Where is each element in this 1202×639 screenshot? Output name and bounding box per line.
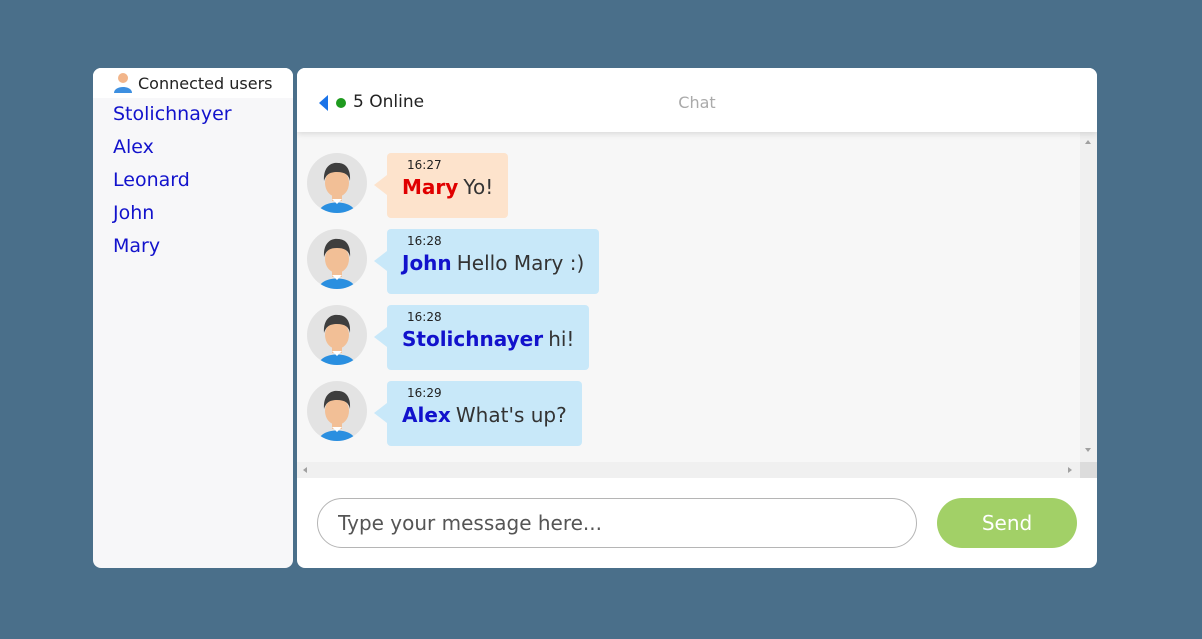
- scrollbar-corner: [1080, 462, 1097, 478]
- message-time: 16:28: [407, 234, 442, 248]
- user-list-item-john[interactable]: John: [93, 197, 293, 230]
- sidebar-title: Connected users: [138, 73, 273, 93]
- avatar-icon: [307, 305, 367, 365]
- message-time: 16:29: [407, 386, 442, 400]
- message-bubble: 16:29 Alex What's up?: [374, 381, 582, 446]
- message-author: John: [402, 251, 452, 275]
- message-author: Alex: [402, 403, 451, 427]
- user-list: Stolichnayer Alex Leonard John Mary: [93, 98, 293, 263]
- user-list-item-leonard[interactable]: Leonard: [93, 164, 293, 197]
- message-text: hi!: [548, 327, 575, 351]
- avatar-icon: [307, 229, 367, 289]
- message-bubble: 16:28 Stolichnayer hi!: [373, 305, 590, 370]
- user-list-item-alex[interactable]: Alex: [93, 131, 293, 164]
- chat-header: 5 Online Chat: [297, 68, 1097, 132]
- scroll-right-arrow-icon[interactable]: [1068, 467, 1072, 473]
- message-text: What's up?: [455, 403, 567, 427]
- message-text: Yo!: [463, 175, 494, 199]
- horizontal-scrollbar[interactable]: [297, 462, 1080, 478]
- connected-users-sidebar: Connected users Stolichnayer Alex Leonar…: [93, 68, 293, 568]
- message-time: 16:27: [407, 158, 442, 172]
- user-list-item-stolichnayer[interactable]: Stolichnayer: [93, 98, 293, 131]
- user-list-item-mary[interactable]: Mary: [93, 230, 293, 263]
- message-list: 16:27 Mary Yo! 16:28 John Hello Mary:) …: [297, 132, 1080, 462]
- chat-panel: 5 Online Chat 16:27 Mary Yo! 16:28 John …: [297, 68, 1097, 568]
- avatar-icon: [307, 381, 367, 441]
- scroll-up-arrow-icon[interactable]: [1085, 140, 1091, 144]
- message-time: 16:28: [407, 310, 442, 324]
- vertical-scrollbar[interactable]: [1080, 132, 1097, 462]
- scroll-left-arrow-icon[interactable]: [303, 467, 307, 473]
- sidebar-header: Connected users: [93, 68, 293, 98]
- chat-title: Chat: [678, 93, 716, 112]
- avatar-icon: [307, 153, 367, 213]
- scroll-down-arrow-icon[interactable]: [1085, 448, 1091, 452]
- user-icon: [113, 72, 133, 94]
- message-bubble: 16:27 Mary Yo!: [373, 153, 509, 218]
- send-button[interactable]: Send: [937, 498, 1077, 548]
- message-author: Mary: [402, 175, 459, 199]
- message-bubble: 16:28 John Hello Mary :): [373, 229, 600, 294]
- message-text: Hello Mary :): [456, 251, 585, 275]
- message-author: Stolichnayer: [402, 327, 544, 351]
- message-input[interactable]: [317, 498, 917, 548]
